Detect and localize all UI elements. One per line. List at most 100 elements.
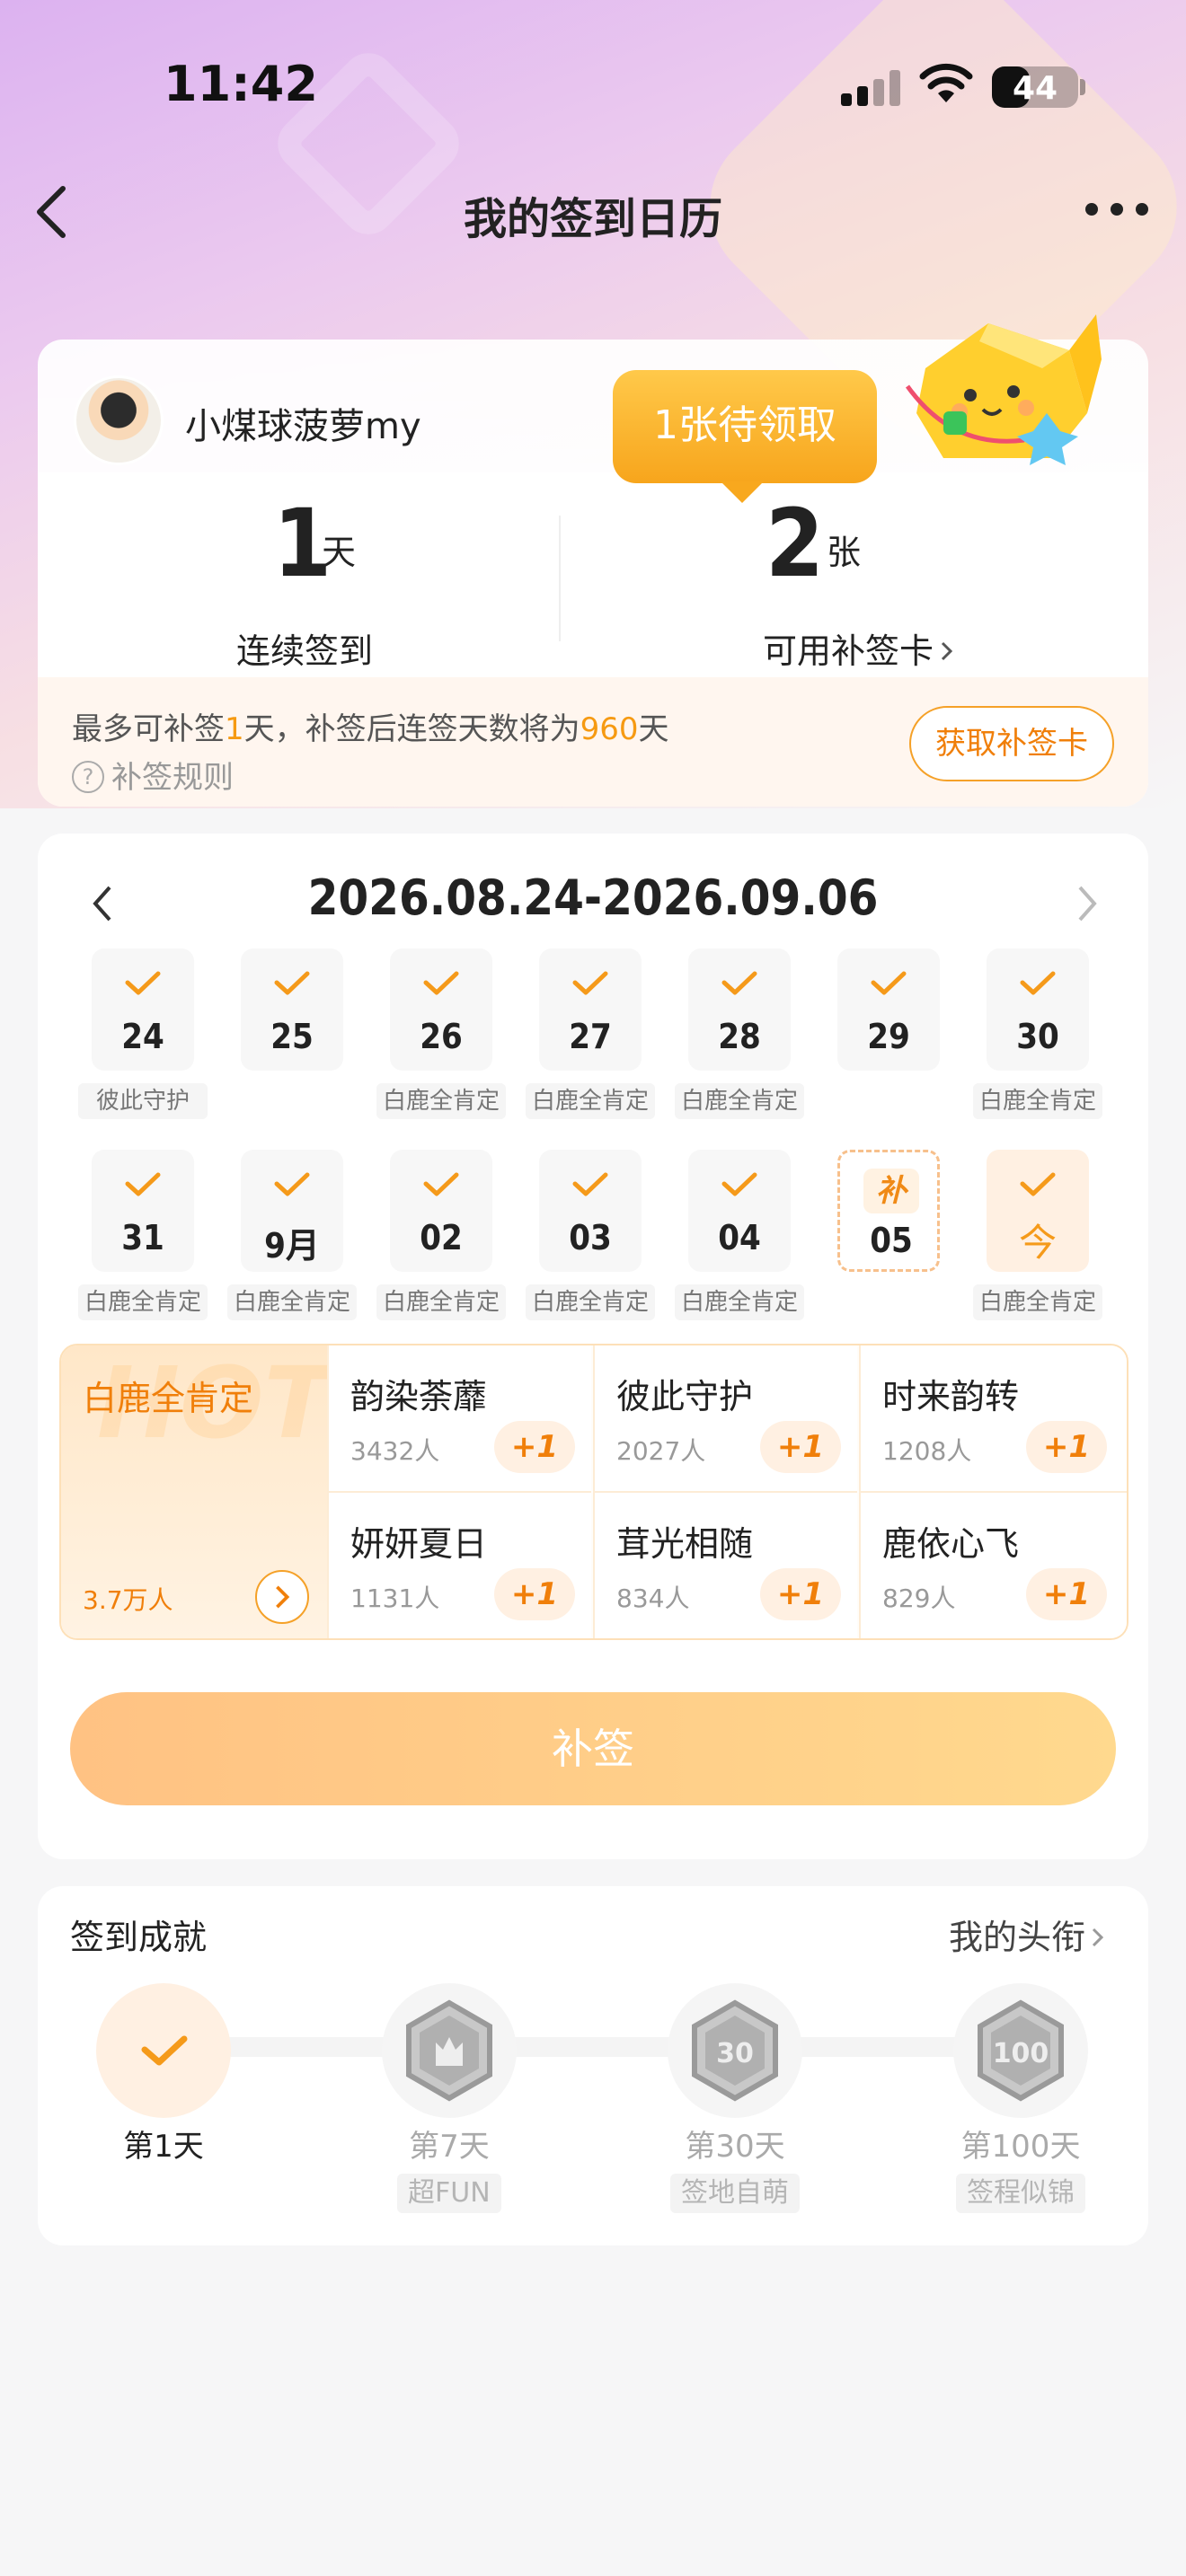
chevron-right-icon: [1092, 1928, 1104, 1947]
cards-label[interactable]: 可用补签卡: [582, 623, 1137, 673]
plus-one-button[interactable]: +1: [494, 1421, 575, 1473]
checkin-calendar-card: 2026.08.24-2026.09.06 24 彼此守护 25 26 白鹿全肯定 27 白…: [38, 834, 1148, 1859]
calendar-day[interactable]: 25: [241, 948, 343, 1071]
tag-name: 时来韵转: [882, 1377, 1020, 1416]
svg-text:100: 100: [993, 2038, 1049, 2069]
calendar-date-range: 2026.08.24-2026.09.06: [307, 869, 879, 926]
calendar-day[interactable]: 9月: [241, 1150, 343, 1272]
calendar-day-tag: 白鹿全肯定: [526, 1083, 655, 1119]
pending-card-tooltip[interactable]: 1张待领取: [613, 370, 877, 503]
check-icon: [141, 2035, 188, 2066]
calendar-day-label: 9月: [264, 1226, 320, 1266]
plus-one-button[interactable]: +1: [760, 1421, 841, 1473]
check-icon: [274, 971, 310, 995]
tag-option[interactable]: 韵染荼蘼 3432人 +1: [327, 1345, 591, 1493]
plus-one-button[interactable]: +1: [1026, 1421, 1107, 1473]
my-titles-text: 我的头衔: [949, 1918, 1086, 1957]
battery-percent: 44: [1012, 70, 1058, 107]
tag-count: 834人: [616, 1584, 690, 1613]
page-title: 我的签到日历: [463, 194, 722, 244]
calendar-day-label: 03: [569, 1218, 612, 1257]
wifi-icon: [919, 63, 973, 102]
calendar-day[interactable]: 29: [837, 948, 940, 1071]
calendar-day-label: 30: [1016, 1017, 1059, 1056]
achievement-title-badge: 超FUN: [397, 2174, 501, 2213]
calendar-day[interactable]: 04: [688, 1150, 791, 1272]
check-icon: [721, 971, 757, 995]
calendar-day-label: 25: [270, 1017, 314, 1056]
plus-one-button[interactable]: +1: [1026, 1568, 1107, 1620]
achievements-title: 签到成就: [70, 1918, 208, 1957]
avatar[interactable]: [74, 375, 164, 465]
achievement-day-label: 第30天: [685, 2129, 785, 2165]
rule-text-a: 最多可补签: [72, 711, 225, 747]
achievement-medal-icon[interactable]: 100: [953, 1983, 1088, 2118]
stats-divider: [559, 516, 561, 641]
achievements-card: 签到成就 我的头衔 第1天 第7天 超FUN 30 第30天 签地自萌 100 第100天 签程…: [38, 1886, 1148, 2245]
calendar-day[interactable]: 30: [987, 948, 1089, 1071]
makeup-badge: 补: [863, 1169, 919, 1213]
mascot-icon: [905, 314, 1102, 465]
battery-icon: 44: [992, 66, 1078, 108]
tag-count: 1131人: [350, 1584, 440, 1613]
streak-label: 连续签到: [235, 631, 373, 671]
check-icon: [423, 971, 459, 995]
check-icon: [125, 971, 161, 995]
calendar-day[interactable]: 28: [688, 948, 791, 1071]
plus-one-button[interactable]: +1: [760, 1568, 841, 1620]
calendar-day[interactable]: 31: [92, 1150, 194, 1272]
chevron-right-icon[interactable]: [255, 1570, 309, 1624]
tag-option[interactable]: 时来韵转 1208人 +1: [859, 1345, 1127, 1493]
my-titles-link[interactable]: 我的头衔: [949, 1910, 1107, 1959]
calendar-day-label: 31: [121, 1218, 164, 1257]
calendar-day-label: 02: [420, 1218, 463, 1257]
calendar-day[interactable]: 24: [92, 948, 194, 1071]
achievement-medal-icon[interactable]: [382, 1983, 517, 2118]
tag-option[interactable]: 茸光相随 834人 +1: [593, 1493, 857, 1638]
calendar-day-tag: 白鹿全肯定: [973, 1083, 1102, 1119]
calendar-day-tag: 白鹿全肯定: [526, 1284, 655, 1320]
get-makeup-card-button[interactable]: 获取补签卡: [909, 706, 1114, 781]
calendar-day[interactable]: 27: [539, 948, 642, 1071]
question-icon: ?: [72, 761, 104, 793]
check-icon: [572, 971, 608, 995]
calendar-day-tag: 白鹿全肯定: [227, 1284, 357, 1320]
calendar-day-tag: 彼此守护: [78, 1083, 208, 1119]
makeup-rule-text: 最多可补签1天，补签后连签天数将为960天: [72, 704, 669, 748]
makeup-checkin-button[interactable]: 补签: [70, 1692, 1116, 1805]
featured-tag[interactable]: HOT 白鹿全肯定 3.7万人: [61, 1345, 332, 1638]
rule-days: 1: [225, 711, 244, 747]
tag-name: 茸光相随: [616, 1524, 754, 1564]
check-icon: [125, 1172, 161, 1196]
makeup-rules-link[interactable]: ? 补签规则: [72, 753, 234, 797]
tag-name: 鹿依心飞: [882, 1524, 1020, 1564]
tag-count: 1208人: [882, 1436, 972, 1466]
achievement-progress-track: [146, 2037, 1026, 2057]
calendar-day-makeup[interactable]: 补 05: [837, 1150, 940, 1272]
plus-one-button[interactable]: +1: [494, 1568, 575, 1620]
tag-option[interactable]: 鹿依心飞 829人 +1: [859, 1493, 1127, 1638]
status-time: 11:42: [164, 56, 318, 112]
calendar-day[interactable]: 02: [390, 1150, 492, 1272]
calendar-day-today[interactable]: 今: [987, 1150, 1089, 1272]
rules-link-text: 补签规则: [111, 760, 234, 796]
calendar-day[interactable]: 26: [390, 948, 492, 1071]
rule-total: 960: [580, 711, 639, 747]
battery-nub: [1080, 79, 1085, 95]
calendar-day-label: 04: [718, 1218, 761, 1257]
check-icon: [871, 971, 907, 995]
check-icon: [1020, 1172, 1056, 1196]
tag-option[interactable]: 彼此守护 2027人 +1: [593, 1345, 857, 1493]
check-icon: [572, 1172, 608, 1196]
hexagon-medal-icon: 30: [692, 1999, 778, 2102]
cellular-signal-icon: [841, 70, 900, 106]
achievement-title-badge: 签地自萌: [670, 2174, 800, 2213]
achievement-done-icon[interactable]: [96, 1983, 231, 2118]
tag-option[interactable]: 妍妍夏日 1131人 +1: [327, 1493, 591, 1638]
calendar-day[interactable]: 03: [539, 1150, 642, 1272]
more-options-icon[interactable]: [1085, 203, 1150, 217]
tag-count: 2027人: [616, 1436, 706, 1466]
cards-label-text: 可用补签卡: [762, 631, 934, 671]
achievement-medal-icon[interactable]: 30: [668, 1983, 802, 2118]
next-period-icon[interactable]: [1069, 877, 1105, 931]
